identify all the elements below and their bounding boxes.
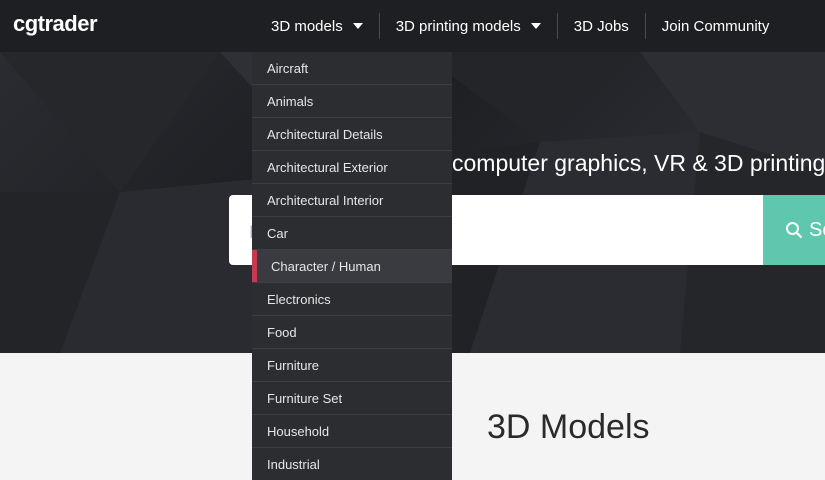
nav-join-community-label: Join Community — [661, 17, 770, 35]
dropdown-item-car[interactable]: Car — [252, 217, 452, 250]
nav-3d-models-label: 3D models — [271, 17, 343, 35]
nav-3d-printing-models-label: 3D printing models — [395, 17, 521, 35]
3d-models-dropdown-menu: Aircraft Animals Architectural Details A… — [252, 52, 452, 480]
dropdown-item-furniture[interactable]: Furniture — [252, 349, 452, 382]
dropdown-item-aircraft[interactable]: Aircraft — [252, 52, 452, 85]
section-title-3d-models: 3D Models — [487, 408, 650, 446]
caret-down-icon — [352, 23, 363, 29]
dropdown-item-character-human[interactable]: Character / Human — [252, 250, 452, 283]
dropdown-item-furniture-set[interactable]: Furniture Set — [252, 382, 452, 415]
nav-3d-jobs-label: 3D Jobs — [573, 17, 629, 35]
cgtrader-logo[interactable]: cgtrader — [13, 11, 98, 37]
dropdown-item-architectural-details[interactable]: Architectural Details — [252, 118, 452, 151]
dropdown-item-food[interactable]: Food — [252, 316, 452, 349]
dropdown-item-architectural-exterior[interactable]: Architectural Exterior — [252, 151, 452, 184]
dropdown-item-household[interactable]: Household — [252, 415, 452, 448]
caret-down-icon — [530, 23, 541, 29]
search-button-label: Se — [809, 218, 825, 241]
top-navbar: cgtrader 3D models 3D printing models 3D… — [0, 0, 825, 52]
nav-3d-printing-models[interactable]: 3D printing models — [380, 0, 557, 52]
nav-join-community[interactable]: Join Community — [646, 0, 786, 52]
main-nav: 3D models 3D printing models 3D Jobs Joi… — [255, 0, 785, 52]
dropdown-item-animals[interactable]: Animals — [252, 85, 452, 118]
hero-tagline: computer graphics, VR & 3D printing — [452, 150, 825, 176]
search-button[interactable]: Se — [763, 195, 825, 265]
nav-3d-models[interactable]: 3D models — [255, 0, 379, 52]
dropdown-item-architectural-interior[interactable]: Architectural Interior — [252, 184, 452, 217]
search-icon — [786, 222, 803, 239]
nav-3d-jobs[interactable]: 3D Jobs — [558, 0, 645, 52]
dropdown-item-electronics[interactable]: Electronics — [252, 283, 452, 316]
dropdown-item-industrial[interactable]: Industrial — [252, 448, 452, 480]
